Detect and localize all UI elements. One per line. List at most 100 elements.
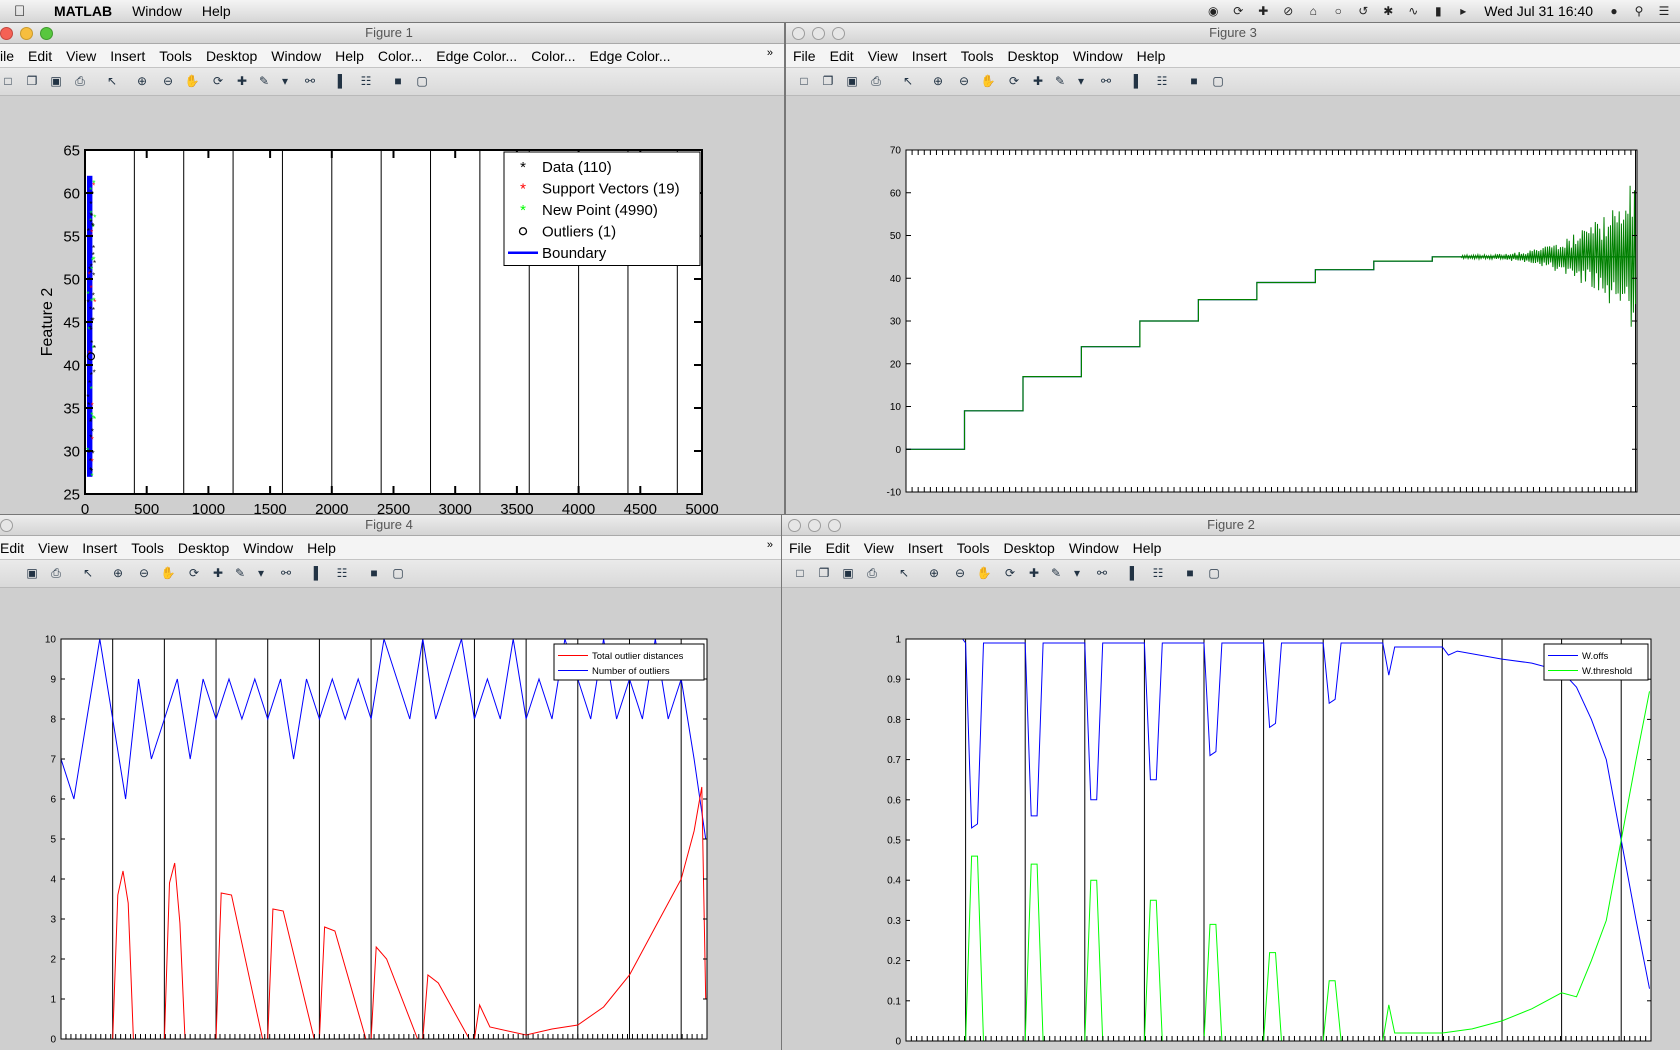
open-icon[interactable]: ❐ [24, 73, 40, 89]
link-icon[interactable]: ⚯ [278, 565, 294, 581]
close-icon[interactable] [792, 27, 805, 40]
brush-icon[interactable]: ✎ [1048, 565, 1064, 581]
hide-tools-icon[interactable]: ■ [1182, 565, 1198, 581]
menu-tools[interactable]: Tools [961, 48, 994, 64]
save-icon[interactable]: ▣ [844, 73, 860, 89]
menu-insert[interactable]: Insert [912, 48, 947, 64]
rotate-icon[interactable]: ⟳ [186, 565, 202, 581]
menu-overflow-icon[interactable]: » [767, 47, 773, 59]
battery-icon[interactable]: ▮ [1430, 4, 1446, 18]
user-icon[interactable]: ● [1606, 4, 1622, 18]
bluetooth-icon[interactable]: ✱ [1380, 4, 1396, 18]
menu-edit[interactable]: Edit [826, 540, 850, 556]
figure-3-titlebar[interactable]: Figure 3 [786, 23, 1680, 44]
hide-tools-icon[interactable]: ■ [390, 73, 406, 89]
menu-help[interactable]: Help [1133, 540, 1162, 556]
zoom-in-icon[interactable]: ⊕ [134, 73, 150, 89]
figure-4-titlebar[interactable]: Figure 4 [0, 515, 784, 536]
menu-insert[interactable]: Insert [908, 540, 943, 556]
close-icon[interactable] [0, 519, 13, 532]
zoom-out-icon[interactable]: ⊖ [956, 73, 972, 89]
menu-file[interactable]: File [789, 540, 812, 556]
pointer-icon[interactable]: ↖ [104, 73, 120, 89]
menu-view[interactable]: View [66, 48, 96, 64]
save-icon[interactable]: ▣ [840, 565, 856, 581]
print-icon[interactable]: ⎙ [48, 565, 64, 581]
dock-icon[interactable]: ▢ [414, 73, 430, 89]
new-figure-icon[interactable]: □ [792, 565, 808, 581]
brush-icon[interactable]: ✎ [256, 73, 272, 89]
menu-window[interactable]: Window [271, 48, 321, 64]
zoom-in-icon[interactable]: ⊕ [930, 73, 946, 89]
data-cursor-icon[interactable]: ✚ [234, 73, 250, 89]
brush-menu-icon[interactable]: ▾ [1073, 73, 1089, 89]
menu-edit[interactable]: Edit [28, 48, 52, 64]
brush-icon[interactable]: ✎ [232, 565, 248, 581]
print-icon[interactable]: ⎙ [864, 565, 880, 581]
minimize-icon[interactable] [808, 519, 821, 532]
menu-desktop[interactable]: Desktop [1007, 48, 1058, 64]
new-figure-icon[interactable]: □ [796, 73, 812, 89]
open-icon[interactable]: ❐ [816, 565, 832, 581]
menu-edge-color[interactable]: Edge Color... [590, 48, 671, 64]
menu-file[interactable]: File [793, 48, 816, 64]
menu-help[interactable]: Help [202, 3, 231, 19]
bird-icon[interactable]: ✚ [1255, 4, 1271, 18]
pointer-icon[interactable]: ↖ [896, 565, 912, 581]
new-figure-icon[interactable]: □ [0, 73, 16, 89]
figure-1-titlebar[interactable]: Figure 1 [0, 23, 784, 44]
print-icon[interactable]: ⎙ [868, 73, 884, 89]
menu-view[interactable]: View [864, 540, 894, 556]
menu-window[interactable]: Window [1073, 48, 1123, 64]
colorbar-icon[interactable]: ▌ [1126, 565, 1142, 581]
zoom-in-icon[interactable]: ⊕ [110, 565, 126, 581]
menu-insert[interactable]: Insert [110, 48, 145, 64]
volume-icon[interactable]: ▸ [1455, 4, 1471, 18]
pan-icon[interactable]: ✋ [976, 565, 992, 581]
brush-menu-icon[interactable]: ▾ [277, 73, 293, 89]
menu-desktop[interactable]: Desktop [1003, 540, 1054, 556]
save-icon[interactable]: ▣ [24, 565, 40, 581]
zoom-icon[interactable] [828, 519, 841, 532]
colorbar-icon[interactable]: ▌ [310, 565, 326, 581]
notification-center-icon[interactable]: ☰ [1656, 4, 1672, 18]
figure-2-titlebar[interactable]: Figure 2 [782, 515, 1680, 536]
menu-color[interactable]: Color... [531, 48, 575, 64]
menu-view[interactable]: View [868, 48, 898, 64]
data-cursor-icon[interactable]: ✚ [1030, 73, 1046, 89]
colorbar-icon[interactable]: ▌ [334, 73, 350, 89]
spotlight-icon[interactable]: ⚲ [1631, 4, 1647, 18]
pan-icon[interactable]: ✋ [184, 73, 200, 89]
menu-ile[interactable]: ile [0, 48, 14, 64]
link-icon[interactable]: ⚯ [1098, 73, 1114, 89]
menu-help[interactable]: Help [1137, 48, 1166, 64]
legend-icon[interactable]: ☷ [1154, 73, 1170, 89]
pointer-icon[interactable]: ↖ [80, 565, 96, 581]
menu-edit[interactable]: Edit [830, 48, 854, 64]
wifi-icon[interactable]: ∿ [1405, 4, 1421, 18]
zoom-out-icon[interactable]: ⊖ [952, 565, 968, 581]
zoom-icon[interactable] [40, 27, 53, 40]
menu-window[interactable]: Window [243, 540, 293, 556]
menu-desktop[interactable]: Desktop [178, 540, 229, 556]
time-machine-icon[interactable]: ↺ [1355, 4, 1371, 18]
menu-tools[interactable]: Tools [159, 48, 192, 64]
zoom-icon[interactable] [832, 27, 845, 40]
legend-icon[interactable]: ☷ [1150, 565, 1166, 581]
menu-window[interactable]: Window [1069, 540, 1119, 556]
open-icon[interactable]: ❐ [820, 73, 836, 89]
home-icon[interactable]: ⌂ [1305, 4, 1321, 18]
menu-edge-color[interactable]: Edge Color... [436, 48, 517, 64]
apple-icon[interactable]:  [14, 3, 38, 20]
dock-icon[interactable]: ▢ [390, 565, 406, 581]
rotate-icon[interactable]: ⟳ [210, 73, 226, 89]
save-icon[interactable]: ▣ [48, 73, 64, 89]
data-cursor-icon[interactable]: ✚ [1026, 565, 1042, 581]
pan-icon[interactable]: ✋ [160, 565, 176, 581]
zoom-out-icon[interactable]: ⊖ [160, 73, 176, 89]
close-icon[interactable] [0, 27, 13, 40]
menu-window[interactable]: Window [132, 3, 182, 19]
rotate-icon[interactable]: ⟳ [1002, 565, 1018, 581]
menu-help[interactable]: Help [335, 48, 364, 64]
brush-icon[interactable]: ✎ [1052, 73, 1068, 89]
